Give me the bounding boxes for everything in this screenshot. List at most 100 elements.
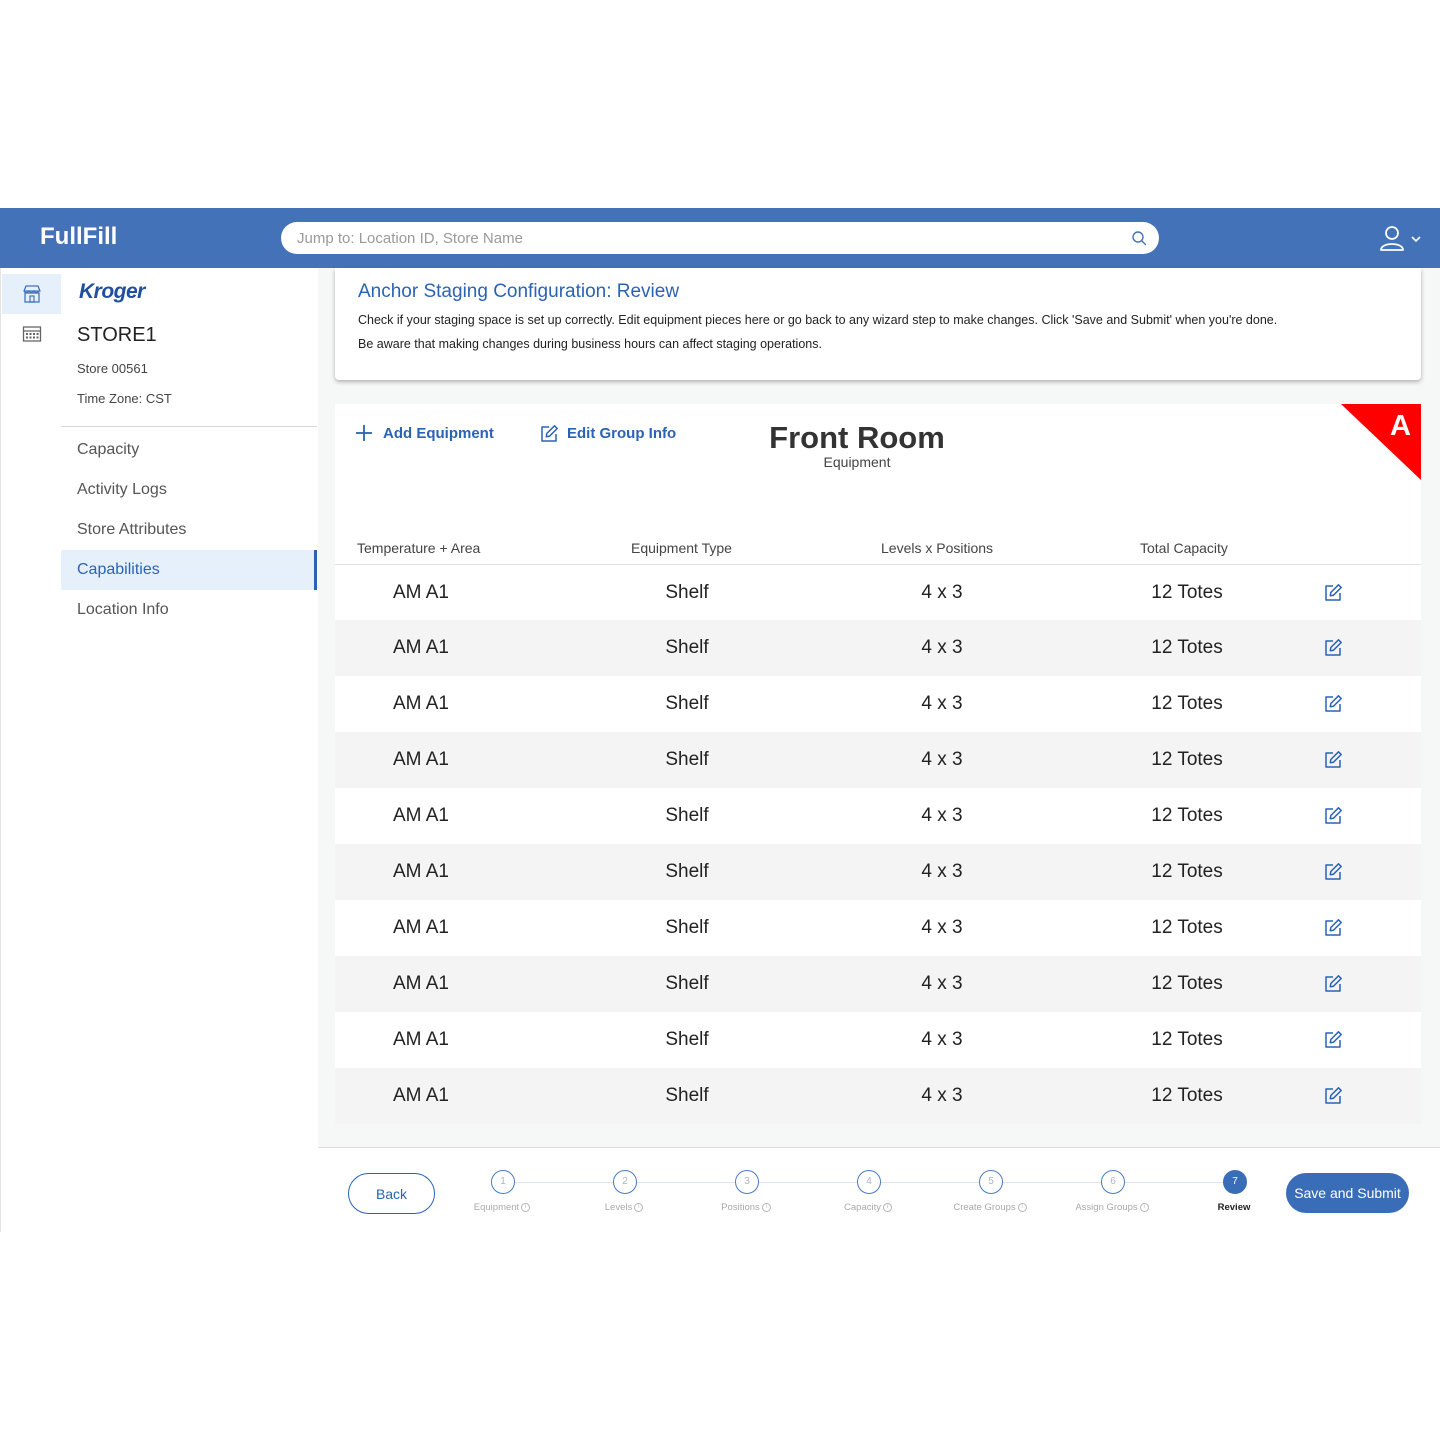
app-brand[interactable]: FullFill [40, 223, 117, 251]
edit-icon[interactable] [1323, 806, 1343, 826]
cell-area: AM A1 [393, 805, 449, 826]
back-button[interactable]: Back [348, 1173, 435, 1214]
icon-rail [0, 268, 62, 1232]
app-window: FullFill Jump to: Location ID, Store Nam… [0, 208, 1440, 1232]
step-number: 7 [1223, 1170, 1247, 1194]
step-label-wrap: Assign Groups i [1052, 1202, 1172, 1213]
step-label: Review [1217, 1202, 1251, 1213]
cell-capacity: 12 Totes [1151, 1085, 1223, 1106]
save-and-submit-button[interactable]: Save and Submit [1286, 1173, 1409, 1213]
time-zone: Time Zone: CST [77, 391, 172, 406]
column-header-type: Equipment Type [631, 540, 732, 556]
sidebar-item-activity-logs[interactable]: Activity Logs [61, 470, 317, 510]
step-label-wrap: Review [1174, 1202, 1294, 1213]
cell-levels: 4 x 3 [921, 805, 963, 826]
sidebar-item-capacity[interactable]: Capacity [61, 430, 317, 470]
rail-calendar-button[interactable] [2, 314, 62, 354]
cell-area: AM A1 [393, 917, 449, 938]
edit-icon[interactable] [1323, 974, 1343, 994]
table-row: AM A1 Shelf 4 x 3 12 Totes [335, 1012, 1421, 1068]
edit-icon[interactable] [1323, 694, 1343, 714]
cell-capacity: 12 Totes [1151, 973, 1223, 994]
cell-type: Shelf [665, 861, 709, 882]
room-subtitle: Equipment [823, 454, 891, 470]
cell-capacity: 12 Totes [1151, 637, 1223, 658]
step-label-wrap: Create Groups i [930, 1202, 1050, 1213]
edit-icon[interactable] [1323, 750, 1343, 770]
store-name: STORE1 [77, 324, 157, 346]
store-number: Store 00561 [77, 361, 148, 376]
cell-area: AM A1 [393, 1029, 449, 1050]
cell-area: AM A1 [393, 1085, 449, 1106]
equipment-card: Add Equipment Edit Group Info Front Room… [335, 404, 1421, 1124]
step-label: Create Groups [953, 1202, 1016, 1213]
info-icon[interactable]: i [761, 1202, 771, 1212]
user-menu[interactable] [1378, 224, 1424, 252]
step-label: Levels [604, 1202, 633, 1213]
table-row: AM A1 Shelf 4 x 3 12 Totes [335, 564, 1421, 620]
cell-levels: 4 x 3 [921, 861, 963, 882]
table-row: AM A1 Shelf 4 x 3 12 Totes [335, 788, 1421, 844]
cell-capacity: 12 Totes [1151, 861, 1223, 882]
step-label-wrap: Equipment i [442, 1202, 562, 1213]
table-row: AM A1 Shelf 4 x 3 12 Totes [335, 620, 1421, 676]
cell-levels: 4 x 3 [921, 1085, 963, 1106]
cell-area: AM A1 [393, 693, 449, 714]
cell-levels: 4 x 3 [921, 749, 963, 770]
room-title: Front Room [769, 420, 945, 455]
cell-type: Shelf [665, 637, 709, 658]
cell-type: Shelf [665, 1029, 709, 1050]
top-bar: FullFill [0, 208, 1440, 268]
info-icon[interactable]: i [1017, 1202, 1027, 1212]
cell-capacity: 12 Totes [1151, 749, 1223, 770]
step-label: Equipment [473, 1202, 520, 1213]
edit-icon[interactable] [1323, 862, 1343, 882]
info-icon[interactable]: i [1139, 1202, 1149, 1212]
user-icon [1380, 226, 1404, 251]
cell-capacity: 12 Totes [1151, 582, 1223, 603]
table-row: AM A1 Shelf 4 x 3 12 Totes [335, 956, 1421, 1012]
cell-area: AM A1 [393, 973, 449, 994]
info-icon[interactable]: i [882, 1202, 892, 1212]
info-icon[interactable]: i [521, 1202, 531, 1212]
kroger-logo: Kroger [79, 280, 145, 303]
search-bar[interactable] [281, 222, 1159, 254]
sidebar-item-capabilities[interactable]: Capabilities [61, 550, 317, 590]
cell-levels: 4 x 3 [921, 973, 963, 994]
edit-icon[interactable] [1323, 583, 1343, 603]
cell-capacity: 12 Totes [1151, 1029, 1223, 1050]
cell-levels: 4 x 3 [921, 917, 963, 938]
edit-icon[interactable] [1323, 1086, 1343, 1106]
cell-area: AM A1 [393, 637, 449, 658]
info-icon[interactable]: i [634, 1202, 644, 1212]
table-row: AM A1 Shelf 4 x 3 12 Totes [335, 676, 1421, 732]
search-input[interactable] [297, 222, 1117, 254]
page-title: Anchor Staging Configuration: Review [358, 281, 680, 302]
search-icon[interactable] [1131, 230, 1147, 246]
cell-levels: 4 x 3 [921, 1029, 963, 1050]
edit-icon[interactable] [1323, 638, 1343, 658]
wizard-footer: Back 1 Equipment i 2 Levels i 3 Positions i… [318, 1147, 1440, 1232]
table-row: AM A1 Shelf 4 x 3 12 Totes [335, 844, 1421, 900]
equipment-table: AM A1 Shelf 4 x 3 12 Totes AM A1 Shelf 4… [335, 564, 1421, 1124]
cell-capacity: 12 Totes [1151, 693, 1223, 714]
step-label: Assign Groups [1075, 1202, 1138, 1213]
step-number: 3 [735, 1170, 759, 1194]
table-row: AM A1 Shelf 4 x 3 12 Totes [335, 732, 1421, 788]
step-number: 5 [979, 1170, 1003, 1194]
edit-icon[interactable] [1323, 1030, 1343, 1050]
sidebar-item-store-attributes[interactable]: Store Attributes [61, 510, 317, 550]
table-row: AM A1 Shelf 4 x 3 12 Totes [335, 900, 1421, 956]
column-header-area: Temperature + Area [357, 540, 481, 556]
main-content: Anchor Staging Configuration: Review Che… [318, 268, 1440, 1148]
edit-icon[interactable] [1323, 918, 1343, 938]
table-row: AM A1 Shelf 4 x 3 12 Totes [335, 1068, 1421, 1124]
cell-type: Shelf [665, 973, 709, 994]
column-header-levels: Levels x Positions [881, 540, 994, 556]
cell-type: Shelf [665, 693, 709, 714]
calendar-icon [22, 326, 42, 342]
rail-store-button[interactable] [2, 274, 62, 314]
step-label-wrap: Levels i [564, 1202, 684, 1213]
store-sidebar: Kroger STORE1 Store 00561 Time Zone: CST… [61, 268, 317, 1232]
sidebar-item-location-info[interactable]: Location Info [61, 590, 317, 630]
